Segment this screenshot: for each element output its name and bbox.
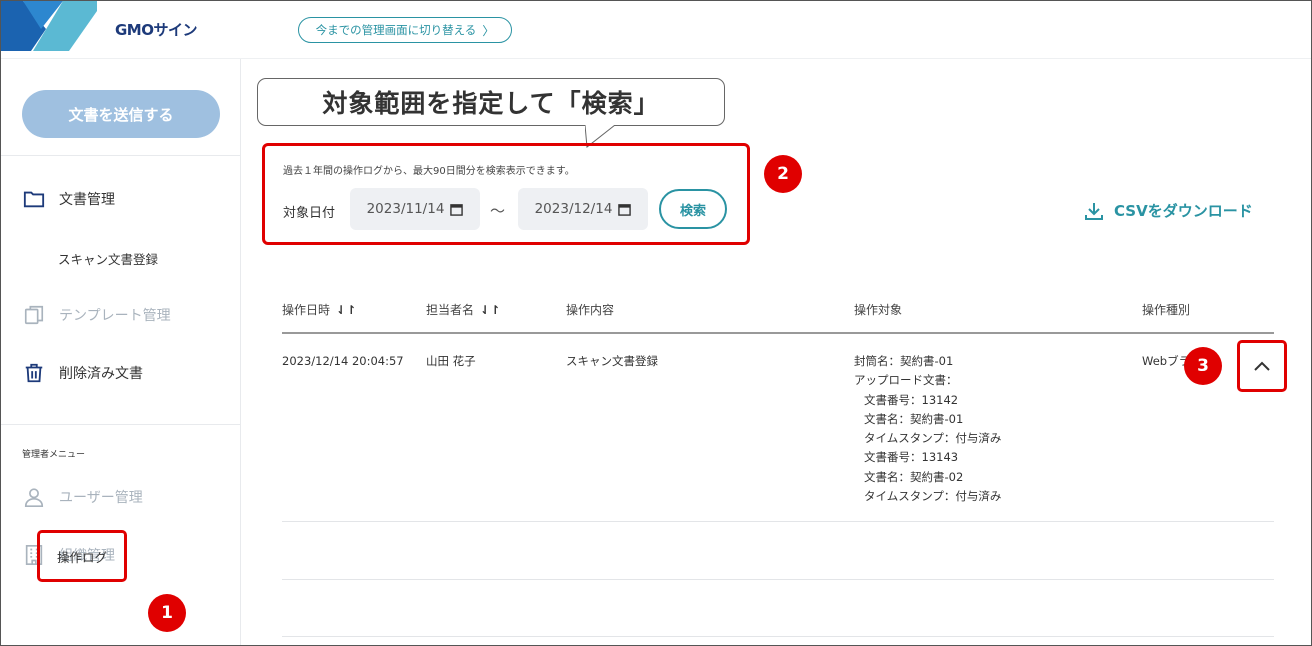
switch-admin-view-label: 今までの管理画面に切り替える bbox=[315, 23, 477, 37]
download-icon bbox=[1085, 202, 1103, 220]
row-divider bbox=[282, 521, 1274, 522]
column-header-label: 担当者名 bbox=[426, 303, 475, 317]
target-line: 封筒名：契約書-01 bbox=[854, 354, 954, 368]
sidebar-item-scan-registration[interactable]: スキャン文書登録 bbox=[58, 249, 158, 268]
instruction-callout: 対象範囲を指定して「検索」 bbox=[257, 78, 725, 148]
sidebar-item-deleted-docs[interactable]: 削除済み文書 bbox=[23, 362, 143, 384]
target-line: 文書名：契約書-02 bbox=[864, 469, 964, 484]
chevron-up-icon bbox=[1254, 361, 1270, 371]
target-line: アップロード文書： bbox=[854, 373, 958, 388]
sidebar-divider bbox=[1, 155, 241, 156]
cell-content: スキャン文書登録 bbox=[566, 354, 658, 368]
cell-datetime: 2023/12/14 20:04:57 bbox=[282, 354, 404, 368]
target-line: 文書名：契約書-01 bbox=[864, 411, 964, 426]
chevron-right-icon: 〉 bbox=[482, 23, 495, 38]
column-header-label: 操作日時 bbox=[282, 303, 331, 317]
sidebar-item-label: ユーザー管理 bbox=[59, 490, 143, 506]
user-icon bbox=[24, 488, 44, 507]
column-header-datetime[interactable]: 操作日時 ⇃↾ bbox=[282, 301, 356, 318]
calendar-icon bbox=[450, 203, 464, 216]
csv-download-button[interactable]: CSVをダウンロード bbox=[1084, 200, 1253, 221]
search-note: 過去１年間の操作ログから、最大90日間分を検索表示できます。 bbox=[283, 166, 575, 177]
column-header-user[interactable]: 担当者名 ⇃↾ bbox=[426, 301, 500, 318]
brand-name: GMOサイン bbox=[115, 21, 198, 39]
target-line: 文書番号：13142 bbox=[864, 392, 959, 407]
cell-type: Webブラ bbox=[1142, 354, 1191, 368]
target-line: 文書番号：13143 bbox=[864, 450, 959, 465]
admin-menu-label: 管理者メニュー bbox=[22, 450, 86, 460]
logo-mark-icon bbox=[1, 1, 97, 51]
row-divider bbox=[282, 579, 1274, 580]
to-date-value: 2023/12/14 bbox=[534, 201, 613, 217]
cell-target: 封筒名：契約書-01 アップロード文書： 文書番号：13142 文書名：契約書-… bbox=[854, 352, 1001, 506]
sort-icon: ⇃↾ bbox=[480, 302, 501, 317]
sidebar-item-label: テンプレート管理 bbox=[59, 308, 171, 324]
column-header-target: 操作対象 bbox=[854, 303, 903, 317]
trash-icon bbox=[25, 363, 43, 383]
to-date-input[interactable]: 2023/12/14 bbox=[518, 188, 648, 230]
from-date-value: 2023/11/14 bbox=[366, 201, 445, 217]
sidebar-item-label: 削除済み文書 bbox=[59, 366, 143, 382]
column-header-content: 操作内容 bbox=[566, 303, 615, 317]
table-header-row: 操作日時 ⇃↾ 担当者名 ⇃↾ 操作内容 操作対象 操作種別 bbox=[282, 291, 1274, 334]
callout-text: 対象範囲を指定して「検索」 bbox=[322, 89, 660, 118]
date-range-label: 対象日付 bbox=[283, 206, 336, 221]
annotation-badge-3: 3 bbox=[1184, 347, 1222, 385]
sidebar-item-label: 文書管理 bbox=[59, 192, 115, 208]
target-line: タイムスタンプ：付与済み bbox=[864, 489, 1002, 504]
search-panel: 過去１年間の操作ログから、最大90日間分を検索表示できます。 対象日付 2023… bbox=[262, 143, 750, 245]
cell-user: 山田 花子 bbox=[426, 354, 476, 368]
annotation-badge-2: 2 bbox=[764, 155, 802, 193]
sidebar-item-user-management[interactable]: ユーザー管理 bbox=[23, 486, 143, 508]
send-document-button[interactable]: 文書を送信する bbox=[22, 90, 220, 138]
annotation-badge-1: 1 bbox=[148, 594, 186, 632]
sort-icon: ⇃↾ bbox=[336, 302, 357, 317]
sidebar-item-doc-management[interactable]: 文書管理 bbox=[23, 188, 115, 210]
calendar-icon bbox=[618, 203, 632, 216]
app-window: GMOサイン 今までの管理画面に切り替える 〉 文書を送信する 文書管理 スキャ… bbox=[0, 0, 1312, 646]
column-header-type: 操作種別 bbox=[1142, 303, 1191, 317]
date-range-separator: 〜 bbox=[490, 202, 506, 220]
sidebar-item-operation-log[interactable]: 操作ログ bbox=[37, 530, 127, 582]
collapse-row-button[interactable] bbox=[1237, 340, 1287, 392]
from-date-input[interactable]: 2023/11/14 bbox=[350, 188, 480, 230]
top-header: GMOサイン 今までの管理画面に切り替える 〉 bbox=[1, 1, 1311, 59]
search-button[interactable]: 検索 bbox=[659, 189, 727, 229]
switch-admin-view-button[interactable]: 今までの管理画面に切り替える 〉 bbox=[298, 17, 512, 43]
row-divider bbox=[282, 636, 1274, 637]
sidebar-divider bbox=[1, 424, 241, 425]
sidebar-item-template-management[interactable]: テンプレート管理 bbox=[23, 304, 171, 326]
target-line: タイムスタンプ：付与済み bbox=[864, 431, 1002, 446]
csv-download-label: CSVをダウンロード bbox=[1114, 202, 1253, 220]
template-icon bbox=[24, 305, 44, 325]
folder-icon bbox=[23, 191, 45, 208]
